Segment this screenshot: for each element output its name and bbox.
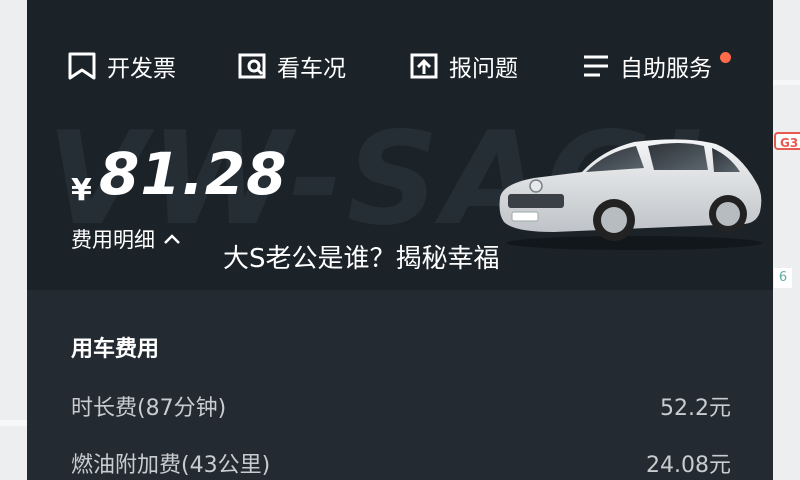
fee-row: 燃油附加费(43公里) 24.08元 — [71, 447, 731, 478]
map-route-badge: 6 — [774, 268, 792, 288]
car-condition-button[interactable]: 看车况 — [237, 50, 346, 82]
notification-dot — [720, 52, 731, 63]
fee-value: 52.2元 — [660, 396, 731, 421]
overlay-news-banner[interactable]: 大S老公是谁？揭秘幸福 — [223, 238, 500, 275]
inspect-icon — [238, 53, 266, 79]
car-image — [499, 139, 762, 250]
fee-name: 时长费(87分钟) — [71, 396, 227, 421]
total-price: 81.28 — [99, 140, 288, 208]
self-service-label: 自助服务 — [620, 56, 712, 82]
report-issue-button[interactable]: 报问题 — [409, 50, 518, 82]
fee-value: 24.08元 — [646, 453, 731, 478]
action-toolbar: 开发票 看车况 报问题 自助服务 — [27, 38, 773, 94]
chevron-up-icon — [164, 234, 180, 244]
map-road — [0, 420, 27, 426]
bookmark-icon — [68, 52, 96, 80]
map-route-badge: G3 — [774, 132, 800, 150]
invoice-label: 开发票 — [107, 56, 176, 82]
car-condition-label: 看车况 — [277, 56, 346, 82]
section-title-fees: 用车费用 — [71, 337, 160, 362]
map-road — [773, 80, 800, 85]
fee-detail-label: 费用明细 — [71, 228, 155, 252]
menu-icon — [584, 55, 608, 77]
fee-detail-toggle[interactable]: 费用明细 — [71, 224, 181, 254]
currency-symbol: ¥ — [71, 173, 92, 208]
report-issue-label: 报问题 — [449, 56, 518, 82]
self-service-button[interactable]: 自助服务 — [582, 50, 712, 82]
invoice-button[interactable]: 开发票 — [67, 50, 176, 82]
fee-row: 时长费(87分钟) 52.2元 — [71, 390, 731, 421]
upload-icon — [410, 53, 438, 79]
fee-name: 燃油附加费(43公里) — [71, 453, 271, 478]
